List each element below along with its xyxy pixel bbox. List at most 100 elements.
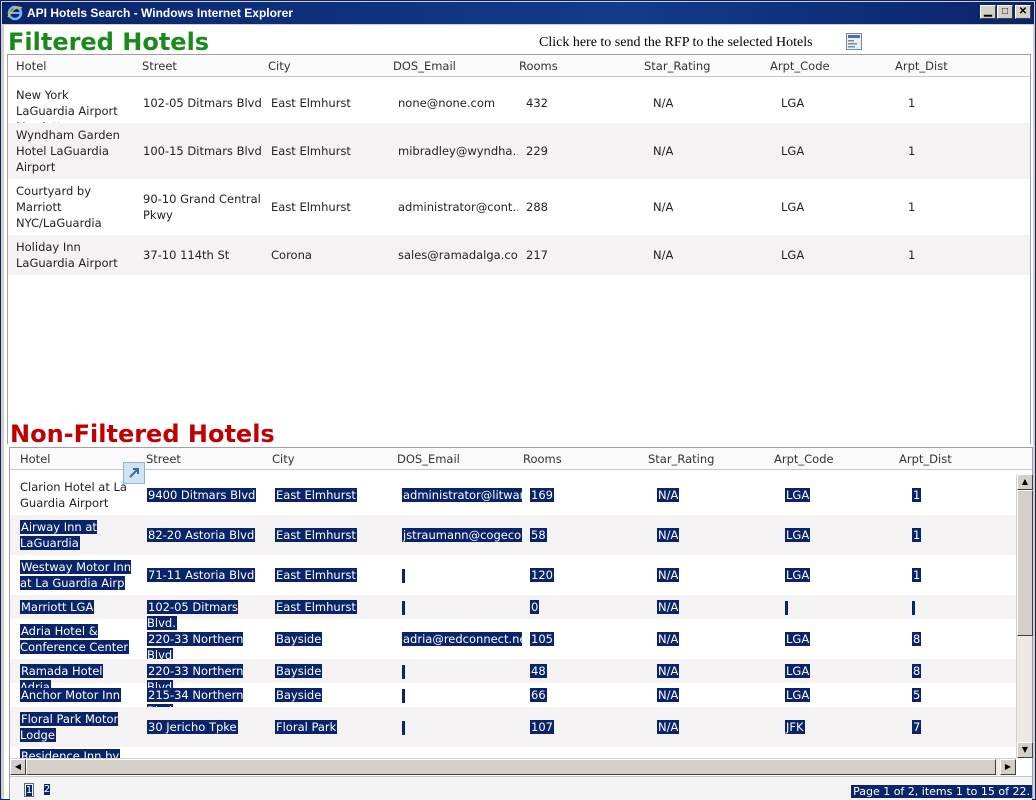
column-header-street[interactable]: Street <box>146 452 181 466</box>
selected-text: 9400 Ditmars Blvd <box>147 488 257 502</box>
table-row[interactable]: Residence Inn by <box>10 747 1032 758</box>
title-bar: API Hotels Search - Windows Internet Exp… <box>2 2 1034 24</box>
scroll-up-button[interactable]: ▲ <box>1017 474 1033 490</box>
table-row[interactable]: New York LaGuardia Airport Marriott 102-… <box>8 83 1030 134</box>
column-header-street[interactable]: Street <box>142 59 177 73</box>
table-row[interactable]: Courtyard by Marriott NYC/LaGuardia 90-1… <box>8 179 1030 235</box>
table-row[interactable]: Adria Hotel & Conference Center 220-33 N… <box>10 619 1032 662</box>
cell-arpt-dist: 1 <box>912 527 922 543</box>
column-header-city[interactable]: City <box>272 452 295 466</box>
cell-email <box>402 687 405 703</box>
table-row[interactable]: Floral Park Motor Lodge 30 Jericho Tpke … <box>10 707 1032 747</box>
selected-text: LGA <box>785 664 811 678</box>
cell-arpt-dist: 1 <box>908 144 916 158</box>
cell-arpt-code: LGA <box>785 663 811 679</box>
column-header-star-rating[interactable]: Star_Rating <box>644 59 710 73</box>
selected-text: Airway Inn at LaGuardia <box>20 520 97 550</box>
vertical-scrollbar[interactable]: ▲ ▼ <box>1016 474 1033 758</box>
cell-arpt-code: LGA <box>781 248 805 262</box>
selection-marker <box>402 600 405 615</box>
cell-street: 102-05 Ditmars Blvd <box>143 96 262 110</box>
selected-text: East Elmhurst <box>275 600 357 614</box>
selected-text: N/A <box>657 600 680 614</box>
filtered-hotels-heading: Filtered Hotels <box>8 28 210 56</box>
selected-text: East Elmhurst <box>275 528 357 542</box>
cell-arpt-code: LGA <box>781 200 805 214</box>
column-header-arpt-code[interactable]: Arpt_Code <box>774 452 834 466</box>
column-header-arpt-dist[interactable]: Arpt_Dist <box>895 59 948 73</box>
cell-rooms: 229 <box>526 144 548 158</box>
column-header-arpt-code[interactable]: Arpt_Code <box>770 59 830 73</box>
page-1-button[interactable]: 1 <box>24 783 34 797</box>
cell-hotel: Residence Inn by <box>20 748 135 758</box>
cell-arpt-code: LGA <box>785 487 811 503</box>
selected-text: 5 <box>912 688 922 702</box>
selected-text: LGA <box>785 688 811 702</box>
column-header-hotel[interactable]: Hotel <box>16 59 46 73</box>
selected-text: 7 <box>912 720 922 734</box>
selected-text: 1 <box>912 528 922 542</box>
cell-arpt-dist: 8 <box>912 663 922 679</box>
table-row[interactable]: Holiday Inn LaGuardia Airport 37-10 114t… <box>8 235 1030 275</box>
cell-arpt-dist: 5 <box>912 687 922 703</box>
scroll-down-button[interactable]: ▼ <box>1017 742 1033 758</box>
cell-email: administrator@cont… <box>398 200 518 214</box>
cell-rooms: 432 <box>526 96 548 110</box>
maximize-button[interactable]: □ <box>997 5 1013 19</box>
grid-header: Hotel Street City DOS_Email Rooms Star_R… <box>8 55 1030 77</box>
selected-text: N/A <box>657 488 680 502</box>
selected-text: Bayside <box>275 688 323 702</box>
selected-text: 58 <box>530 528 547 542</box>
cell-city: Corona <box>271 248 312 262</box>
scroll-right-button[interactable]: ▶ <box>1000 759 1016 775</box>
table-row[interactable]: Ramada Hotel Adria 220-33 Northern Blvd … <box>10 659 1032 694</box>
scroll-left-button[interactable]: ◀ <box>10 759 26 775</box>
send-rfp-link[interactable]: Click here to send the RFP to the select… <box>539 35 813 51</box>
column-header-dos-email[interactable]: DOS_Email <box>393 59 456 73</box>
cell-street: 71-11 Astoria Blvd <box>147 567 269 583</box>
cell-star-rating: N/A <box>657 631 680 647</box>
column-header-hotel[interactable]: Hotel <box>20 452 50 466</box>
table-row[interactable]: Anchor Motor Inn 215-34 Northern Blvd Ba… <box>10 683 1032 718</box>
cell-email <box>402 599 405 615</box>
table-row[interactable]: Marriott LGA 102-05 Ditmars Blvd. East E… <box>10 595 1032 630</box>
selected-text: Adria Hotel & Conference Center <box>20 624 130 654</box>
page-content: Filtered Hotels Click here to send the R… <box>4 25 1033 800</box>
selected-text: LGA <box>785 568 811 582</box>
cell-email: none@none.com <box>398 96 496 110</box>
cell-star-rating: N/A <box>653 96 674 110</box>
table-row[interactable]: Wyndham Garden Hotel LaGuardia Airport 1… <box>8 123 1030 179</box>
selected-text: N/A <box>657 688 680 702</box>
cell-star-rating: N/A <box>657 599 680 615</box>
column-header-dos-email[interactable]: DOS_Email <box>397 452 460 466</box>
column-header-rooms[interactable]: Rooms <box>523 452 562 466</box>
selected-text: Bayside <box>275 632 323 646</box>
table-row[interactable]: Westway Motor Inn at La Guardia Airp 71-… <box>10 555 1032 595</box>
cell-hotel: Floral Park Motor Lodge <box>20 711 135 743</box>
selected-text: 48 <box>530 664 547 678</box>
cell-arpt-code: LGA <box>781 96 805 110</box>
window-title: API Hotels Search - Windows Internet Exp… <box>27 6 293 20</box>
column-header-star-rating[interactable]: Star_Rating <box>648 452 714 466</box>
column-header-rooms[interactable]: Rooms <box>519 59 558 73</box>
column-header-arpt-dist[interactable]: Arpt_Dist <box>899 452 952 466</box>
close-button[interactable]: ✕ <box>1015 5 1031 19</box>
scroll-thumb[interactable] <box>1017 490 1033 636</box>
page-2-button[interactable]: 2 <box>42 783 52 797</box>
cell-star-rating: N/A <box>657 663 680 679</box>
cell-hotel: Holiday Inn LaGuardia Airport <box>16 240 118 270</box>
minimize-button[interactable]: ▁ <box>980 5 996 19</box>
table-row[interactable]: Airway Inn at LaGuardia 82-20 Astoria Bl… <box>10 515 1032 555</box>
cell-street: 82-20 Astoria Blvd <box>147 527 269 543</box>
selected-text: N/A <box>657 720 680 734</box>
grid-header: Hotel Street City DOS_Email Rooms Star_R… <box>10 448 1032 470</box>
cell-arpt-dist: 8 <box>912 631 922 647</box>
table-row[interactable]: Clarion Hotel at La Guardia Airport 9400… <box>10 475 1032 515</box>
column-header-city[interactable]: City <box>268 59 291 73</box>
selected-text: Residence Inn by <box>20 749 121 758</box>
selected-text: 66 <box>530 688 547 702</box>
horizontal-scroll-thumb[interactable] <box>26 759 996 775</box>
horizontal-scrollbar[interactable]: ◀ ▶ <box>10 758 1016 775</box>
send-rfp-icon[interactable] <box>846 33 862 50</box>
cell-star-rating: N/A <box>657 719 680 735</box>
